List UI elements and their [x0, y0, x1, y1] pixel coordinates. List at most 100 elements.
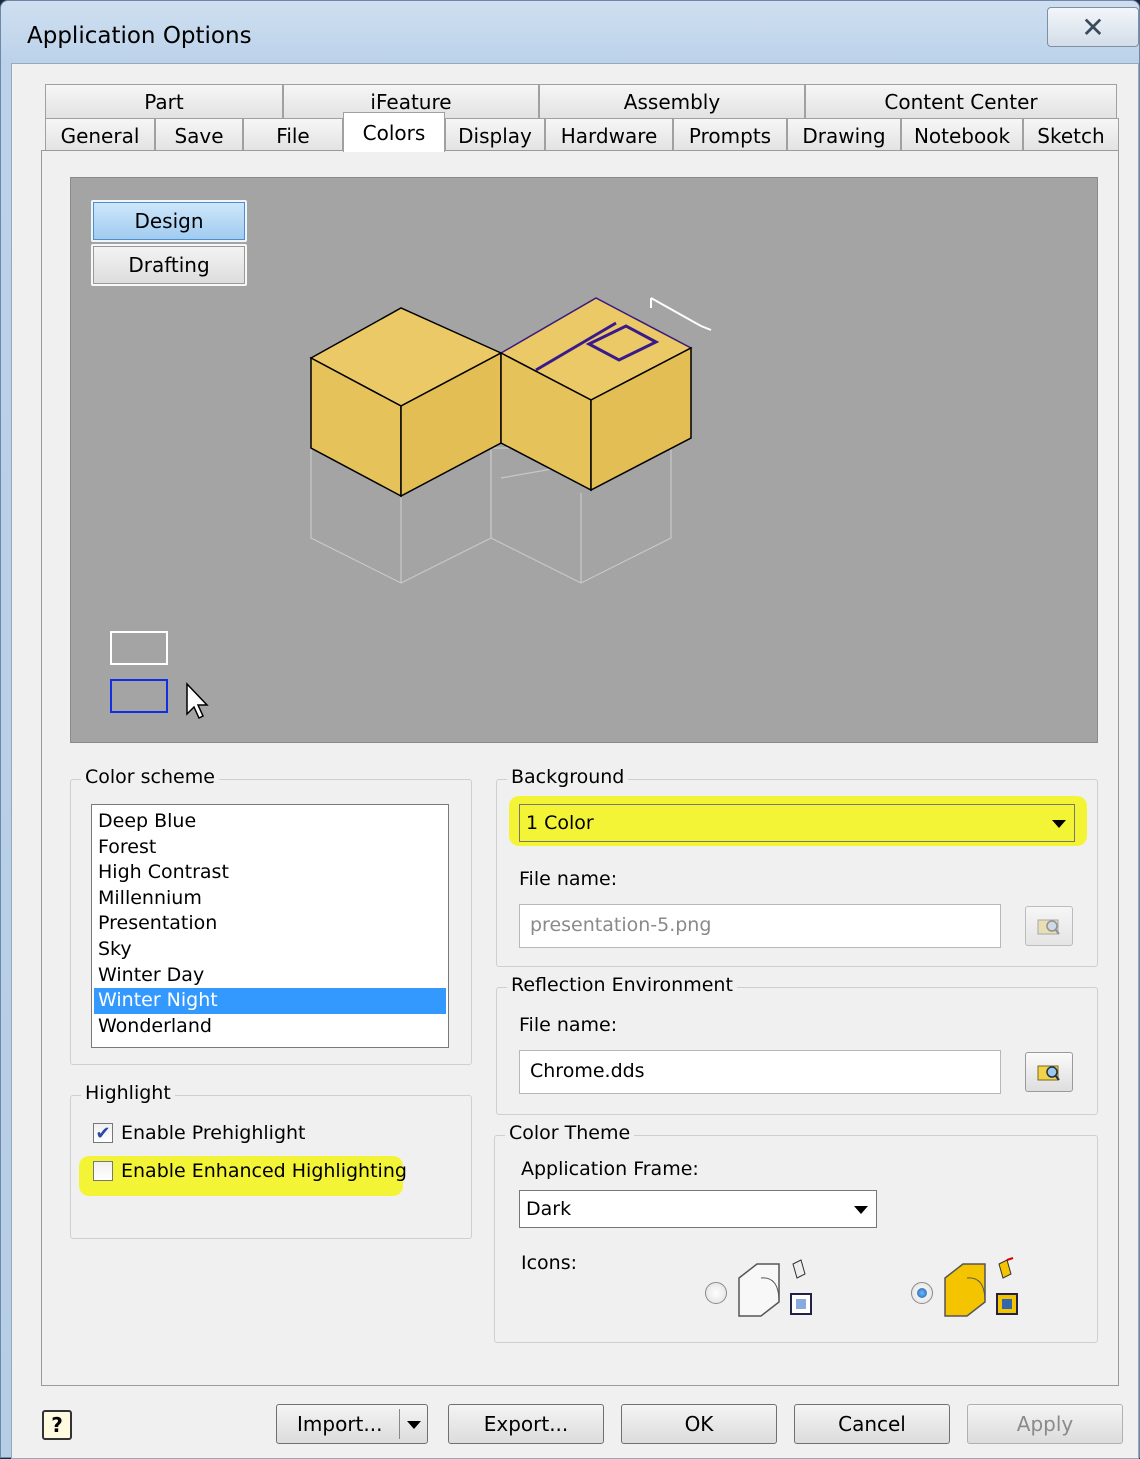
- apply-button[interactable]: Apply: [967, 1404, 1123, 1444]
- cancel-button[interactable]: Cancel: [794, 1404, 950, 1444]
- list-item[interactable]: Forest: [92, 835, 448, 861]
- background-browse-button[interactable]: [1025, 906, 1073, 946]
- chevron-down-icon: [1052, 820, 1066, 828]
- tab-assembly[interactable]: Assembly: [539, 84, 805, 118]
- folder-search-icon: [1037, 919, 1060, 935]
- button-label: Export...: [483, 1412, 569, 1436]
- dimension-indicator: [650, 297, 712, 331]
- tab-label: Prompts: [688, 123, 772, 148]
- background-group: Background 1 Color File name: presentati…: [496, 766, 1098, 967]
- tab-label: Drawing: [802, 123, 886, 148]
- tab-label: File: [276, 123, 310, 148]
- reflection-browse-button[interactable]: [1025, 1052, 1073, 1092]
- ok-button[interactable]: OK: [621, 1404, 777, 1444]
- enable-prehighlight-row[interactable]: ✔ Enable Prehighlight: [93, 1122, 306, 1144]
- tab-label: Hardware: [560, 123, 658, 148]
- tab-label: Display: [458, 123, 532, 148]
- enable-enhanced-highlighting-row[interactable]: Enable Enhanced Highlighting: [93, 1160, 407, 1182]
- button-label: OK: [684, 1412, 714, 1436]
- tab-label: Notebook: [913, 123, 1011, 148]
- list-item[interactable]: Millennium: [92, 886, 448, 912]
- color-theme-group: Color Theme Application Frame: Dark Icon…: [494, 1122, 1098, 1343]
- dialog-client-area: Part iFeature Assembly Content Center Ge…: [11, 63, 1139, 1459]
- enable-prehighlight-checkbox[interactable]: ✔: [93, 1122, 113, 1144]
- list-item[interactable]: Winter Day: [92, 963, 448, 989]
- preview-model-graphic: [110, 297, 712, 720]
- list-item[interactable]: Winter Night: [94, 988, 446, 1014]
- tab-part[interactable]: Part: [45, 84, 283, 118]
- icons-label: Icons:: [521, 1252, 578, 1274]
- icons-white-radio[interactable]: [705, 1282, 727, 1304]
- title-bar: Application Options ✕: [1, 1, 1139, 63]
- export-button[interactable]: Export...: [448, 1404, 604, 1444]
- tab-colors[interactable]: Colors: [343, 112, 445, 152]
- enable-prehighlight-label: Enable Prehighlight: [121, 1122, 306, 1144]
- help-icon[interactable]: ?: [42, 1410, 72, 1440]
- list-item[interactable]: High Contrast: [92, 860, 448, 886]
- color-scheme-label: Color scheme: [81, 766, 219, 788]
- tab-sketch[interactable]: Sketch: [1023, 118, 1119, 152]
- tab-general[interactable]: General: [45, 118, 155, 152]
- reflection-file-name-label: File name:: [519, 1014, 618, 1036]
- color-theme-label: Color Theme: [505, 1122, 635, 1144]
- background-dropdown[interactable]: 1 Color: [519, 804, 1075, 842]
- white-cube-icon: [738, 1259, 812, 1317]
- application-options-window: Application Options ✕ Part iFeature Asse…: [0, 0, 1140, 1459]
- color-preview: Design Drafting: [70, 177, 1098, 743]
- enable-enhanced-highlighting-checkbox[interactable]: [93, 1161, 113, 1181]
- list-item[interactable]: Presentation: [92, 911, 448, 937]
- prehighlight-swatch: [110, 631, 168, 665]
- tab-save[interactable]: Save: [155, 118, 243, 152]
- button-label: Cancel: [838, 1412, 906, 1436]
- tab-label: iFeature: [370, 89, 452, 114]
- color-scheme-list[interactable]: Deep Blue Forest High Contrast Millennium Pr…: [91, 804, 449, 1048]
- background-file-name-input[interactable]: presentation-5.png: [519, 904, 1001, 948]
- tab-hardware[interactable]: Hardware: [545, 118, 673, 152]
- background-file-name-label: File name:: [519, 868, 618, 890]
- tab-label: Save: [174, 123, 224, 148]
- highlight-swatch: [110, 679, 168, 713]
- tab-prompts[interactable]: Prompts: [673, 118, 787, 152]
- color-scheme-group: Color scheme Deep Blue Forest High Contras…: [70, 766, 472, 1065]
- reflection-file-name-input[interactable]: Chrome.dds: [519, 1050, 1001, 1094]
- tab-display[interactable]: Display: [445, 118, 545, 152]
- application-frame-dropdown[interactable]: Dark: [519, 1190, 877, 1228]
- tab-label: Assembly: [623, 89, 721, 114]
- background-label: Background: [507, 766, 629, 788]
- button-label: Apply: [1016, 1412, 1074, 1436]
- list-item[interactable]: Deep Blue: [92, 809, 448, 835]
- cursor-icon: [186, 682, 209, 720]
- tab-label: General: [60, 123, 140, 148]
- enable-enhanced-highlighting-label: Enable Enhanced Highlighting: [121, 1160, 407, 1182]
- button-label: Import...: [297, 1412, 383, 1436]
- application-frame-label: Application Frame:: [521, 1158, 699, 1180]
- dropdown-value: 1 Color: [526, 812, 594, 834]
- chevron-down-icon: [854, 1206, 868, 1214]
- icons-yellow-radio[interactable]: [911, 1282, 933, 1304]
- dropdown-value: Dark: [526, 1198, 572, 1220]
- yellow-cube-icon: [944, 1257, 1018, 1317]
- tab-label: Content Center: [884, 89, 1038, 114]
- solid-parts: [309, 297, 693, 498]
- tab-content-center[interactable]: Content Center: [805, 84, 1117, 118]
- close-icon: ✕: [1081, 10, 1105, 44]
- import-split-divider: [399, 1409, 400, 1439]
- colors-tab-panel: Design Drafting Color scheme Deep Blue F…: [41, 150, 1119, 1386]
- check-mark-icon: ✔: [95, 1122, 111, 1144]
- list-item[interactable]: Wonderland: [92, 1014, 448, 1040]
- window-title: Application Options: [27, 23, 252, 49]
- list-item[interactable]: Sky: [92, 937, 448, 963]
- tab-file[interactable]: File: [243, 118, 343, 152]
- import-button[interactable]: Import...: [276, 1404, 428, 1444]
- close-button[interactable]: ✕: [1047, 7, 1139, 47]
- tab-label: Part: [144, 89, 184, 114]
- reflection-environment-group: Reflection Environment File name: Chrome…: [496, 974, 1098, 1115]
- highlight-group: Highlight ✔ Enable Prehighlight Enable E…: [70, 1082, 472, 1239]
- folder-search-icon: [1037, 1065, 1060, 1081]
- tab-drawing[interactable]: Drawing: [787, 118, 901, 152]
- highlight-label: Highlight: [81, 1082, 175, 1104]
- chevron-down-icon[interactable]: [407, 1421, 421, 1429]
- tab-label: Sketch: [1037, 123, 1105, 148]
- tab-notebook[interactable]: Notebook: [901, 118, 1023, 152]
- tab-label: Colors: [362, 120, 426, 145]
